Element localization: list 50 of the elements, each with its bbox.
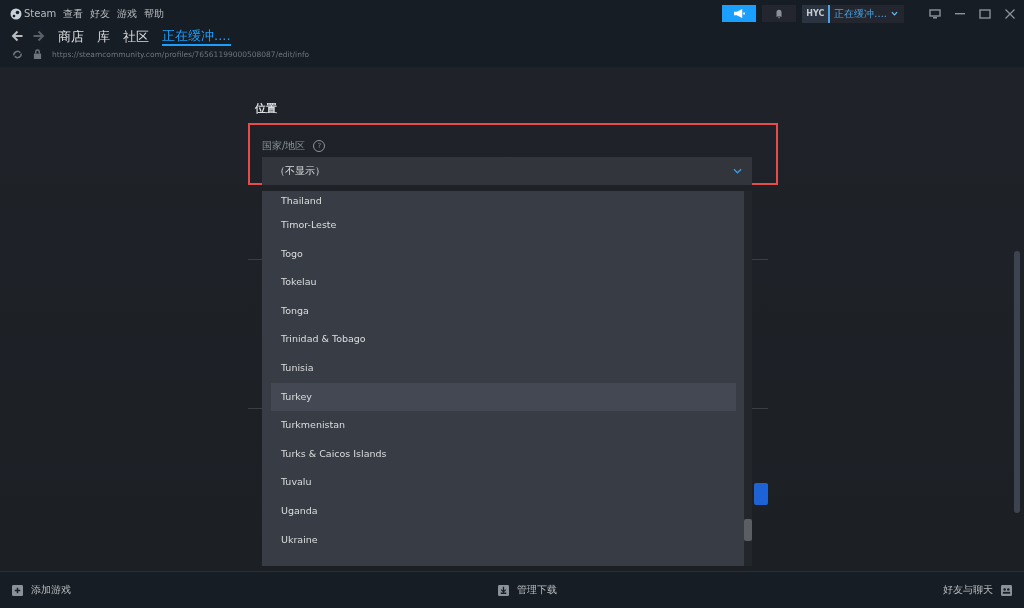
scrollbar-thumb[interactable] <box>1014 251 1020 513</box>
nav-tab[interactable]: 社区 <box>123 27 149 45</box>
dropdown-option[interactable]: Ukraine <box>262 525 736 555</box>
caret-icon <box>891 11 898 16</box>
menu-item[interactable]: 帮助 <box>144 6 165 21</box>
dropdown-option[interactable]: Tonga <box>262 296 736 326</box>
megaphone-icon <box>732 8 746 19</box>
close-icon[interactable] <box>1004 8 1016 19</box>
dropdown-option[interactable]: Turks & Caicos Islands <box>262 439 736 469</box>
friends-chat-button[interactable]: 好友与聊天 <box>943 583 1012 597</box>
maximize-icon[interactable] <box>979 8 991 19</box>
menu-item[interactable]: 游戏 <box>117 6 138 21</box>
plus-icon <box>12 584 23 596</box>
monitor-icon[interactable] <box>929 8 941 19</box>
country-select[interactable]: （不显示） <box>262 157 752 185</box>
download-icon <box>497 584 509 596</box>
nav-tab[interactable]: 正在缓冲.... <box>162 26 231 46</box>
dropdown-option[interactable]: Timor-Leste <box>262 211 736 240</box>
steam-logo-icon <box>10 7 22 20</box>
scrollbar-thumb[interactable] <box>744 519 752 541</box>
nav-tab[interactable]: 库 <box>97 27 110 45</box>
dropdown-option[interactable]: Trinidad & Tobago <box>262 325 736 354</box>
nav-tab[interactable]: 商店 <box>58 27 84 45</box>
back-arrow-icon[interactable] <box>11 30 24 42</box>
menu-item[interactable]: 好友 <box>90 6 111 21</box>
dropdown-option[interactable]: Turkmenistan <box>262 411 736 440</box>
notification-button[interactable] <box>762 5 797 22</box>
add-game-button[interactable]: 添加游戏 <box>12 583 71 597</box>
menu-item[interactable]: Steam <box>24 8 57 19</box>
field-label: 国家/地区 <box>262 139 306 153</box>
account-name: 正在缓冲.... <box>834 6 887 21</box>
dropdown-option[interactable]: Tokelau <box>262 268 736 297</box>
avatar: HYC <box>802 4 831 23</box>
section-title: 位置 <box>254 101 278 117</box>
dropdown-option[interactable]: Thailand <box>262 191 736 211</box>
dropdown-option[interactable]: Togo <box>262 239 736 269</box>
announcement-button[interactable] <box>722 5 757 22</box>
manage-downloads-button[interactable]: 管理下载 <box>497 583 557 597</box>
dropdown-option[interactable]: Tunisia <box>262 353 736 383</box>
dropdown-option[interactable]: Uganda <box>262 496 736 526</box>
chevron-icon <box>733 168 742 174</box>
reload-icon[interactable] <box>12 49 23 60</box>
bell-icon <box>774 8 785 19</box>
forward-arrow-icon[interactable] <box>32 30 45 42</box>
dropdown-option[interactable]: Tuvalu <box>262 468 736 497</box>
friends-icon <box>1001 584 1012 596</box>
menu-item[interactable]: 查看 <box>63 6 84 21</box>
lock-icon <box>33 49 42 60</box>
dropdown-option[interactable]: Turkey <box>271 382 736 412</box>
account-menu[interactable]: HYC 正在缓冲.... <box>802 4 904 23</box>
